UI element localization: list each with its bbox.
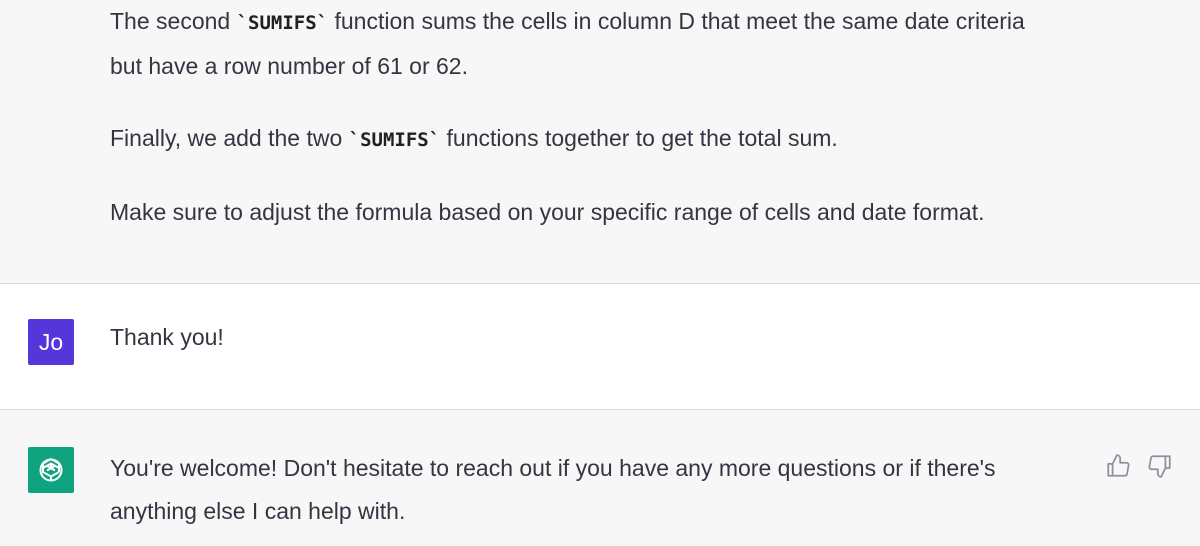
text-span: Finally, we add the two — [110, 125, 349, 151]
text-span: functions together to get the total sum. — [440, 125, 838, 151]
openai-logo-svg — [39, 458, 63, 482]
paragraph-2: Finally, we add the two `SUMIFS` functio… — [110, 117, 1070, 162]
text-span: function sums the cells in column D that… — [328, 8, 1025, 34]
thumbs-down-icon[interactable] — [1146, 452, 1174, 480]
paragraph-1-line-2: but have a row number of 61 or 62. — [110, 53, 468, 79]
user-message-text: Thank you! — [110, 324, 224, 350]
assistant-message-previous: The second `SUMIFS` function sums the ce… — [0, 0, 1200, 283]
user-avatar: Jo — [28, 319, 74, 365]
inline-code: `SUMIFS` — [236, 12, 329, 34]
inline-code: `SUMIFS` — [348, 129, 441, 151]
thumbs-down-svg — [1148, 455, 1171, 478]
assistant-message-text: The second `SUMIFS` function sums the ce… — [110, 0, 1070, 234]
reply-line-1: You're welcome! Don't hesitate to reach … — [110, 455, 996, 481]
paragraph-3: Make sure to adjust the formula based on… — [110, 199, 985, 225]
reply-line-2: anything else I can help with. — [110, 498, 406, 524]
thumbs-up-icon[interactable] — [1104, 452, 1132, 480]
user-avatar-initials: Jo — [38, 328, 64, 355]
openai-logo-icon — [28, 447, 74, 493]
user-message: Jo Thank you! — [0, 284, 1200, 409]
assistant-message-reply: You're welcome! Don't hesitate to reach … — [0, 410, 1200, 546]
assistant-reply-text: You're welcome! Don't hesitate to reach … — [110, 447, 1070, 533]
text-span: The second — [110, 8, 237, 34]
thumbs-up-svg — [1107, 454, 1130, 477]
paragraph-1: The second `SUMIFS` function sums the ce… — [110, 0, 1070, 45]
